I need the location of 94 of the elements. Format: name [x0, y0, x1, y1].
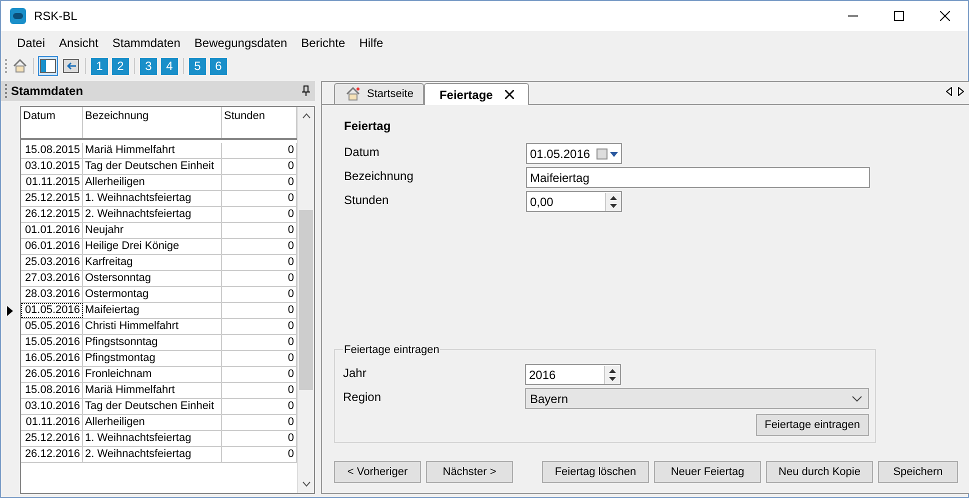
table-cell: 15.05.2016	[21, 335, 83, 350]
table-cell: Maifeiertag	[83, 303, 222, 318]
calendar-icon	[596, 148, 620, 160]
table-cell: Pfingstmontag	[83, 351, 222, 366]
action-button[interactable]: Neuer Feiertag	[654, 461, 761, 483]
table-cell: 06.01.2016	[21, 239, 83, 254]
table-cell: Mariä Himmelfahrt	[83, 143, 222, 158]
section-heading: Feiertag	[344, 118, 392, 135]
table-cell: Neujahr	[83, 223, 222, 238]
action-button[interactable]: Feiertag löschen	[542, 461, 649, 483]
number-button[interactable]: 6	[210, 58, 227, 74]
field-label: Stunden	[344, 192, 390, 209]
table-cell: 26.12.2016	[21, 447, 83, 462]
table-cell: 01.01.2016	[21, 223, 83, 238]
row-pointer-icon	[7, 306, 13, 316]
date-field[interactable]: 01.05.2016	[526, 143, 622, 164]
table-cell: 01.11.2015	[21, 175, 83, 190]
table-cell: Fronleichnam	[83, 367, 222, 382]
menu-item[interactable]: Stammdaten	[105, 32, 188, 54]
table-cell: 27.03.2016	[21, 271, 83, 286]
app-logo-icon	[10, 8, 26, 24]
close-icon	[504, 90, 514, 99]
table-cell: 25.12.2016	[21, 431, 83, 446]
field-label: Region	[343, 389, 382, 406]
field-label: Bezeichnung	[344, 168, 414, 185]
enter-holidays-button[interactable]: Feiertage eintragen	[756, 414, 869, 436]
window-title: RSK-BL	[34, 8, 78, 25]
number-field[interactable]: 2016	[525, 364, 621, 385]
tab[interactable]: Feiertage	[424, 83, 529, 105]
field-label: Datum	[344, 144, 380, 161]
scroll-right-icon[interactable]	[958, 87, 964, 96]
table-cell: Tag der Deutschen Einheit	[83, 399, 222, 414]
table-cell: 1. Weihnachtsfeiertag	[83, 191, 222, 206]
home-icon[interactable]	[11, 57, 29, 75]
table-cell: 26.05.2016	[21, 367, 83, 382]
table-cell: 01.11.2016	[21, 415, 83, 430]
table-cell: 16.05.2016	[21, 351, 83, 366]
number-button[interactable]: 5	[189, 58, 206, 74]
table-cell: Ostersonntag	[83, 271, 222, 286]
table-cell: 15.08.2016	[21, 383, 83, 398]
table-cell: Mariä Himmelfahrt	[83, 383, 222, 398]
number-button[interactable]: 2	[112, 58, 129, 74]
table-cell: Pfingstsonntag	[83, 335, 222, 350]
column-header[interactable]: Datum	[21, 107, 83, 138]
table-cell: Karfreitag	[83, 255, 222, 270]
table-cell: 03.10.2016	[21, 399, 83, 414]
field-label: Jahr	[343, 365, 368, 382]
table-cell: 25.03.2016	[21, 255, 83, 270]
tab[interactable]: Startseite	[334, 83, 424, 104]
table-cell: 03.10.2015	[21, 159, 83, 174]
number-button[interactable]: 4	[161, 58, 178, 74]
group-title: Feiertage eintragen	[343, 342, 440, 358]
text-field[interactable]: Maifeiertag	[526, 167, 870, 188]
panel-toggle-icon[interactable]	[38, 56, 58, 76]
scroll-left-icon[interactable]	[946, 87, 952, 96]
menu-item[interactable]: Bewegungsdaten	[187, 32, 294, 54]
table-cell: 2. Weihnachtsfeiertag	[83, 447, 222, 462]
table-cell: 05.05.2016	[21, 319, 83, 334]
pin-icon[interactable]	[301, 85, 311, 97]
action-button[interactable]: Nächster >	[426, 461, 513, 483]
scrollbar-thumb[interactable]	[299, 210, 313, 390]
table-cell: 26.12.2015	[21, 207, 83, 222]
maximize-icon	[894, 11, 904, 21]
close-icon	[940, 11, 950, 21]
column-header[interactable]: Bezeichnung	[83, 107, 222, 138]
menu-item[interactable]: Datei	[10, 32, 52, 54]
table-cell: 15.08.2015	[21, 143, 83, 158]
panel-title: Stammdaten	[11, 83, 84, 100]
table-cell: 25.12.2015	[21, 191, 83, 206]
dropdown[interactable]: Bayern	[525, 388, 869, 409]
action-button[interactable]: Speichern	[878, 461, 958, 483]
table-cell: Allerheiligen	[83, 175, 222, 190]
menu-item[interactable]: Berichte	[294, 32, 352, 54]
number-button[interactable]: 1	[91, 58, 108, 74]
table-cell: 2. Weihnachtsfeiertag	[83, 207, 222, 222]
table-cell: 1. Weihnachtsfeiertag	[83, 431, 222, 446]
home-icon	[345, 86, 361, 102]
table-cell: Heilige Drei Könige	[83, 239, 222, 254]
table-cell: Allerheiligen	[83, 415, 222, 430]
menu-item[interactable]: Hilfe	[352, 32, 390, 54]
spinner-icon	[604, 366, 620, 384]
table-cell: 28.03.2016	[21, 287, 83, 302]
chevron-down-icon	[852, 396, 862, 402]
spinner-icon	[605, 192, 621, 210]
menu-item[interactable]: Ansicht	[52, 32, 106, 54]
number-field[interactable]: 0,00	[526, 191, 622, 212]
table-cell: Ostermontag	[83, 287, 222, 302]
number-button[interactable]: 3	[140, 58, 157, 74]
action-button[interactable]: < Vorheriger	[334, 461, 421, 483]
table-cell: Tag der Deutschen Einheit	[83, 159, 222, 174]
action-button[interactable]: Neu durch Kopie	[766, 461, 873, 483]
table-cell: Christi Himmelfahrt	[83, 319, 222, 334]
table-cell: 01.05.2016	[21, 303, 83, 318]
panel-back-icon[interactable]	[62, 57, 80, 75]
